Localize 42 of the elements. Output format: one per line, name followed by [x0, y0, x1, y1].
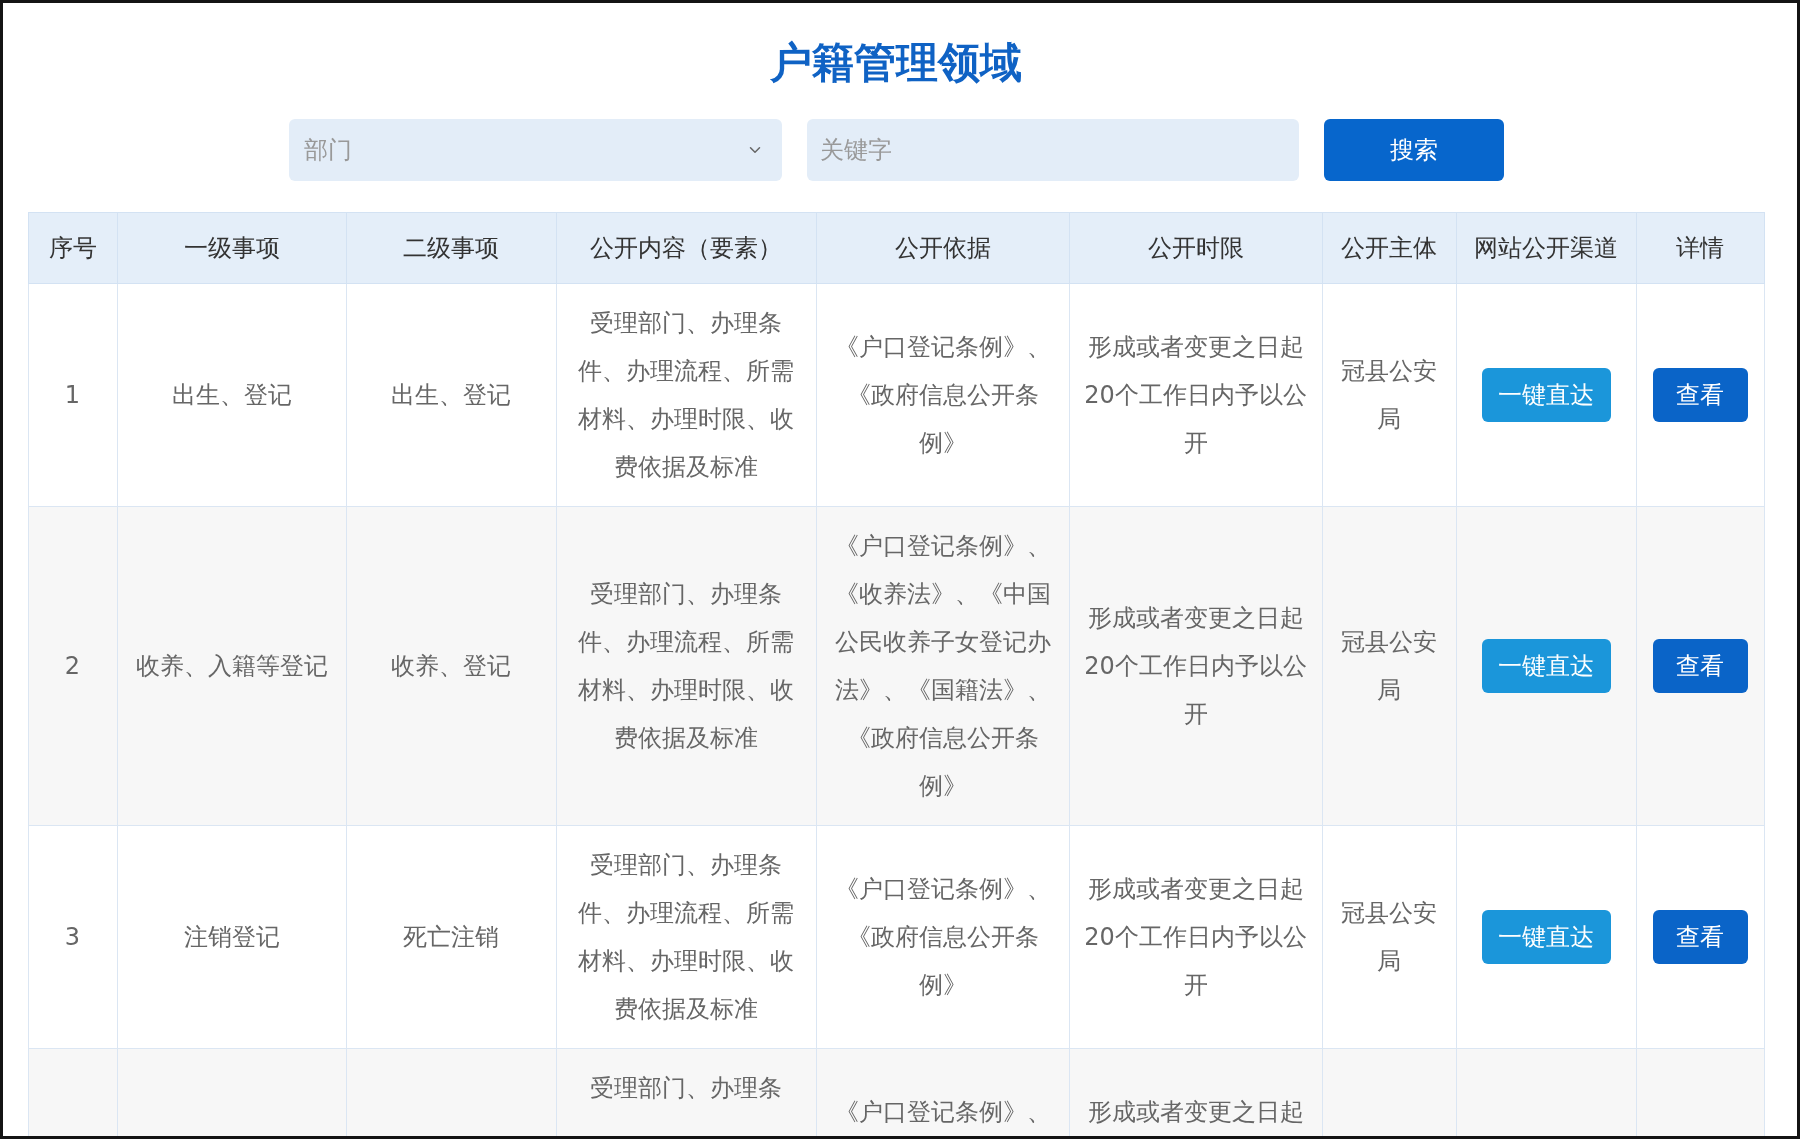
table-header-cell: 公开时限 [1069, 212, 1322, 284]
table-cell: 形成或者变更之日起20个工作日内予以公开 [1069, 283, 1322, 507]
table-header-cell: 一级事项 [117, 212, 346, 284]
table-header-cell: 公开依据 [816, 212, 1069, 284]
table-cell: 形成或者变更之日起20个工作日内予以公开 [1069, 825, 1322, 1049]
table-cell: 冠县公安局 [1322, 283, 1456, 507]
table-cell: 收养、入籍等登记 [117, 506, 346, 826]
page-title: 户籍管理领域 [770, 38, 1022, 88]
table-cell: 冠县公安局 [1322, 825, 1456, 1049]
table-cell: 受理部门、办理条件、办理流程、所需材料、办理时限、收费依据及标准 [556, 283, 816, 507]
direct-link-button[interactable]: 一键直达 [1481, 910, 1611, 964]
table-cell: 出生、登记 [117, 283, 346, 507]
table-cell: 3 [28, 825, 117, 1049]
table-cell: 《户口登记条例》、《政府信息公开条例》 [816, 825, 1069, 1049]
table-header-cell: 详情 [1636, 212, 1764, 284]
table-cell: 受理部门、办理条件、办理流程、所需材料、办理时限、收费依据及标准 [556, 506, 816, 826]
table-cell: 收养、登记 [346, 506, 556, 826]
table-cell: 注销登记 [117, 825, 346, 1049]
direct-link-button[interactable]: 一键直达 [1481, 368, 1611, 422]
table-cell: 1 [28, 283, 117, 507]
table-cell: 形成或者变更之日起20个工作日内予以公开 [1069, 506, 1322, 826]
table-cell: 死亡注销 [346, 825, 556, 1049]
view-button[interactable]: 查看 [1652, 368, 1748, 422]
direct-link-button[interactable]: 一键直达 [1481, 639, 1611, 693]
table-header-cell: 网站公开渠道 [1456, 212, 1636, 284]
view-button[interactable]: 查看 [1652, 639, 1748, 693]
keyword-input[interactable]: 关键字 [806, 119, 1299, 181]
view-button[interactable]: 查看 [1652, 910, 1748, 964]
table-cell: 形成或者变更之日起 [1069, 1048, 1322, 1136]
table-cell: 冠县公安局 [1322, 506, 1456, 826]
table-header-cell: 公开主体 [1322, 212, 1456, 284]
table-cell: 受理部门、办理条 [556, 1048, 816, 1136]
table-header-cell: 序号 [28, 212, 117, 284]
table-header-cell: 二级事项 [346, 212, 556, 284]
table-cell: 《户口登记条例》、《政府信息公开条例》 [816, 283, 1069, 507]
table-cell: 《户口登记条例》、《收养法》、《中国公民收养子女登记办法》、《国籍法》、《政府信息公开条例》 [816, 506, 1069, 826]
table-header-cell: 公开内容（要素） [556, 212, 816, 284]
search-button[interactable]: 搜索 [1323, 119, 1504, 181]
table-cell: 《户口登记条例》、 [816, 1048, 1069, 1136]
table-cell: 受理部门、办理条件、办理流程、所需材料、办理时限、收费依据及标准 [556, 825, 816, 1049]
table-cell: 2 [28, 506, 117, 826]
table-cell: 出生、登记 [346, 283, 556, 507]
